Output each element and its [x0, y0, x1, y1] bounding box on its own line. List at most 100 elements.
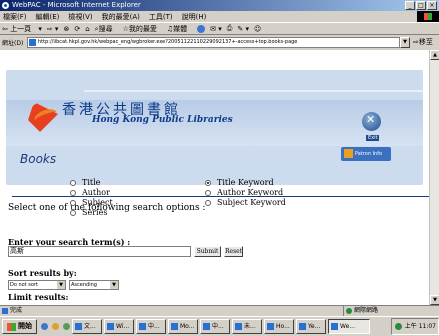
- windows-logo-icon: [417, 11, 439, 22]
- menu-view[interactable]: 檢視(V): [68, 12, 92, 22]
- taskbar-item[interactable]: 中...: [200, 319, 230, 334]
- back-button[interactable]: ⇦ 上一頁 ▾: [2, 24, 42, 34]
- windows-logo-icon: [7, 322, 16, 331]
- option-title-keyword[interactable]: Title Keyword: [205, 178, 274, 187]
- status-bar: 完成 網際網路: [0, 305, 439, 316]
- window-title: WebPAC - Microsoft Internet Explorer: [12, 1, 141, 9]
- zone-text: 網際網路: [354, 307, 379, 314]
- sort-select[interactable]: Do not sort ▼: [8, 280, 66, 290]
- address-bar: 網址(D) http://libcat.hkpl.gov.hk/webpac_e…: [0, 36, 439, 49]
- close-button[interactable]: ×: [427, 1, 437, 10]
- go-button[interactable]: ⇨移至: [413, 37, 433, 47]
- taskbar-item[interactable]: Mo...: [168, 319, 198, 334]
- address-url: http://libcat.hkpl.gov.hk/webpac_eng/wgb…: [38, 39, 298, 45]
- address-dropdown-icon[interactable]: ▼: [400, 37, 410, 48]
- taskbar-item[interactable]: 文...: [72, 319, 102, 334]
- start-label: 開始: [18, 322, 32, 330]
- quick-launch-ie-icon[interactable]: [41, 323, 48, 330]
- radio-subject[interactable]: [70, 199, 76, 206]
- sort-value: Do not sort: [10, 282, 38, 288]
- stop-icon[interactable]: ⊗: [63, 25, 69, 33]
- radio-author-keyword[interactable]: [205, 189, 211, 196]
- home-icon[interactable]: ⌂: [85, 25, 89, 33]
- patron-label: Patron Info: [355, 151, 383, 157]
- done-icon: [2, 308, 8, 314]
- radio-title[interactable]: [70, 179, 76, 186]
- menu-help[interactable]: 說明(H): [182, 12, 207, 22]
- menu-file[interactable]: 檔案(F): [3, 12, 27, 22]
- toolbar: ⇦ 上一頁 ▾ ⇨ ▾ ⊗ ⟳ ⌂ ⌕搜尋 ☆我的最愛 ♫媒體 ✉ ▾ ⎙ ✎ …: [0, 22, 439, 35]
- sort-dropdown-icon[interactable]: ▼: [57, 281, 65, 289]
- address-input[interactable]: http://libcat.hkpl.gov.hk/webpac_eng/wgb…: [27, 37, 400, 48]
- taskbar-item[interactable]: Ye...: [296, 319, 326, 334]
- taskbar-item[interactable]: Wi...: [104, 319, 134, 334]
- security-zone: 網際網路: [343, 306, 439, 316]
- search-label: 搜尋: [98, 24, 113, 33]
- taskbar: 開始 文... Wi... 中... Mo... 中... 未... Ho...…: [0, 316, 439, 336]
- option-author[interactable]: Author: [70, 188, 110, 197]
- page-icon: [29, 39, 36, 46]
- option-author-keyword[interactable]: Author Keyword: [205, 188, 283, 197]
- status-text: 完成: [10, 307, 23, 314]
- radio-author[interactable]: [70, 189, 76, 196]
- scroll-up-icon[interactable]: ▲: [430, 50, 439, 60]
- history-icon[interactable]: [197, 24, 206, 33]
- submit-button[interactable]: Submit: [194, 246, 221, 257]
- option-subject[interactable]: Subject: [70, 198, 113, 207]
- banner-swoosh: [84, 90, 423, 92]
- order-select[interactable]: Ascending ▼: [69, 280, 119, 290]
- radio-title-keyword[interactable]: [205, 179, 211, 186]
- forward-button[interactable]: ⇨ ▾: [47, 25, 59, 33]
- radio-series[interactable]: [70, 209, 76, 216]
- messenger-icon[interactable]: ☺: [254, 25, 261, 33]
- favorites-label: 我的最愛: [128, 24, 157, 33]
- window-controls: _ □ ×: [405, 1, 437, 10]
- maximize-button[interactable]: □: [416, 1, 426, 10]
- sort-label: Sort results by:: [8, 268, 77, 278]
- option-title-keyword-label: Title Keyword: [217, 178, 274, 187]
- menu-favorites[interactable]: 我的最愛(A): [102, 12, 140, 22]
- network-icon[interactable]: [395, 323, 402, 330]
- back-label: 上一頁: [10, 24, 32, 33]
- taskbar-item[interactable]: 中...: [136, 319, 166, 334]
- search-term-input[interactable]: 高斯: [8, 246, 191, 257]
- order-dropdown-icon[interactable]: ▼: [110, 281, 118, 289]
- ie-icon: [2, 2, 9, 9]
- refresh-icon[interactable]: ⟳: [74, 25, 80, 33]
- media-label: 媒體: [173, 24, 188, 33]
- library-name-english: Hong Kong Public Libraries: [92, 115, 233, 125]
- reset-button[interactable]: Reset: [224, 246, 243, 257]
- taskbar-item[interactable]: 未...: [232, 319, 262, 334]
- quick-launch-desktop-icon[interactable]: [52, 323, 59, 330]
- menu-edit[interactable]: 編輯(E): [36, 12, 60, 22]
- option-series[interactable]: Series: [70, 208, 107, 217]
- internet-zone-icon: [346, 308, 352, 314]
- section-title: Books: [20, 152, 57, 166]
- scroll-down-icon[interactable]: ▼: [430, 295, 439, 305]
- favorites-button[interactable]: ☆我的最愛: [123, 24, 162, 34]
- vertical-scrollbar[interactable]: ▲ ▼: [429, 50, 439, 305]
- start-button[interactable]: 開始: [2, 319, 37, 334]
- order-value: Ascending: [71, 282, 97, 288]
- option-subject-keyword[interactable]: Subject Keyword: [205, 198, 286, 207]
- exit-icon[interactable]: [362, 112, 381, 131]
- option-subject-label: Subject: [82, 198, 113, 207]
- taskbar-item-active[interactable]: We...: [328, 319, 370, 334]
- radio-subject-keyword[interactable]: [205, 199, 211, 206]
- title-bar: WebPAC - Microsoft Internet Explorer _ □…: [0, 0, 439, 11]
- option-title[interactable]: Title: [70, 178, 100, 187]
- minimize-button[interactable]: _: [405, 1, 415, 10]
- patron-info-button[interactable]: Patron Info: [341, 147, 391, 161]
- exit-label[interactable]: Exit: [366, 135, 380, 141]
- option-title-label: Title: [82, 178, 101, 187]
- edit-icon[interactable]: ✎ ▾: [237, 25, 249, 33]
- print-icon[interactable]: ⎙: [227, 24, 233, 33]
- quick-launch-media-icon[interactable]: [63, 323, 70, 330]
- mail-icon[interactable]: ✉ ▾: [210, 25, 222, 33]
- option-subject-keyword-label: Subject Keyword: [217, 198, 286, 207]
- media-button[interactable]: ♫媒體: [167, 24, 192, 34]
- menu-tools[interactable]: 工具(T): [149, 12, 173, 22]
- option-author-keyword-label: Author Keyword: [217, 188, 284, 197]
- search-button[interactable]: ⌕搜尋: [95, 24, 118, 34]
- taskbar-item[interactable]: Ho...: [264, 319, 294, 334]
